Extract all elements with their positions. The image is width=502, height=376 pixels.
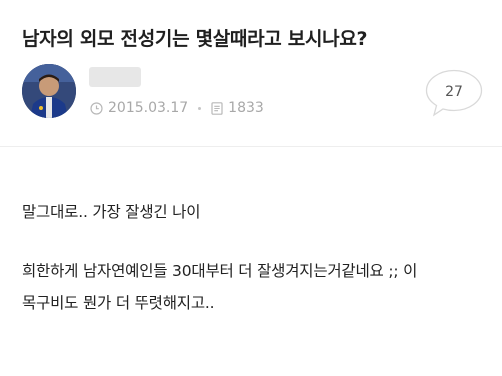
- author-name-redacted[interactable]: [89, 67, 141, 87]
- post-title: 남자의 외모 전성기는 몇살때라고 보시나요?: [22, 28, 368, 50]
- clock-icon: [90, 101, 103, 115]
- post-body-line-2: 희한하게 남자연예인들 30대부터 더 잘생겨지는거같네요 ;; 이: [22, 262, 418, 280]
- post-date: 2015.03.17: [108, 100, 189, 116]
- post-view-count: 1833: [228, 100, 264, 116]
- post-view: 남자의 외모 전성기는 몇살때라고 보시나요? 2015.03.17 1833 …: [0, 0, 502, 376]
- comment-button[interactable]: 27: [425, 69, 483, 117]
- author-avatar[interactable]: [22, 64, 76, 118]
- meta-separator: [198, 106, 202, 110]
- document-icon: [211, 101, 223, 115]
- comment-count: 27: [445, 84, 463, 100]
- post-meta: 2015.03.17 1833: [90, 100, 264, 116]
- post-body-line-3: 목구비도 뭔가 더 뚜렷해지고..: [22, 294, 215, 312]
- user-avatar-photo: [22, 64, 76, 118]
- post-body-line-1: 말그대로.. 가장 잘생긴 나이: [22, 203, 201, 221]
- header-divider: [0, 146, 502, 147]
